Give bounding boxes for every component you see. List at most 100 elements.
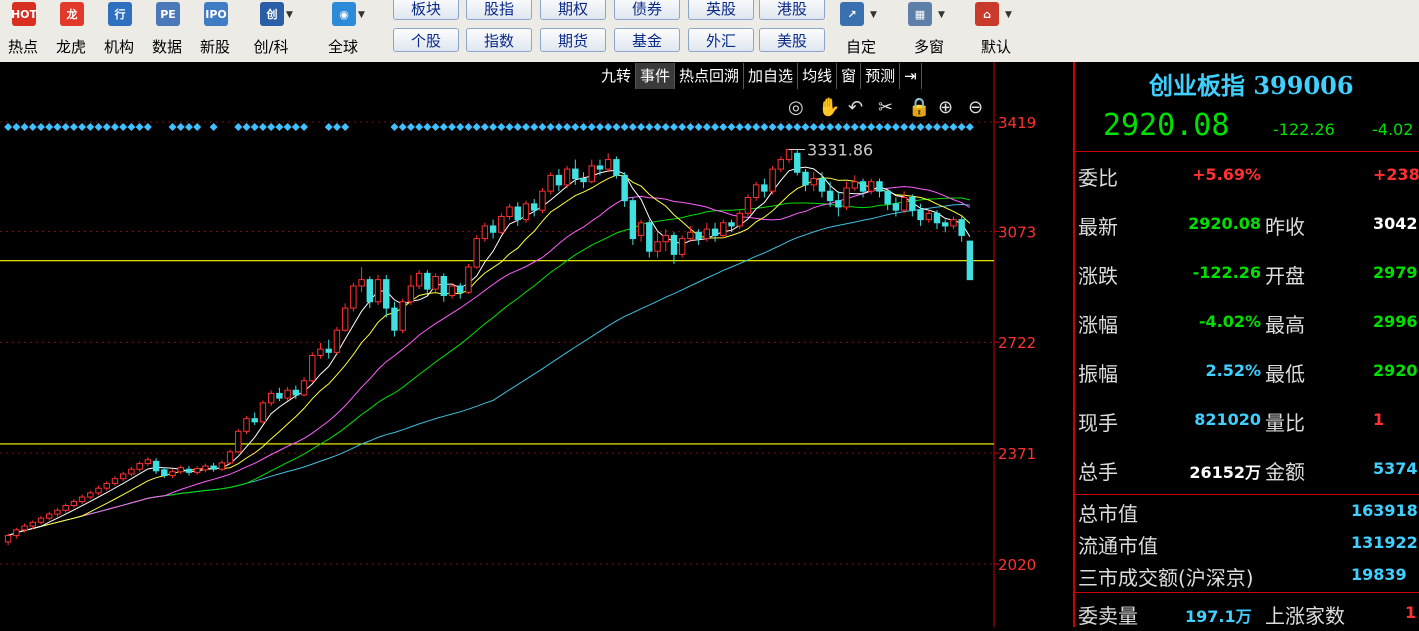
chevron-down-icon[interactable]: ▼ <box>1005 10 1012 20</box>
market-button-row1[interactable]: 英股 <box>688 0 754 20</box>
tool-hotspot-button[interactable]: HOT 热点 <box>0 0 46 60</box>
market-button-row2[interactable]: 美股 <box>759 28 825 52</box>
candle-body[interactable] <box>128 468 135 475</box>
candle-body[interactable] <box>210 465 217 470</box>
candle-body[interactable] <box>366 279 374 303</box>
candle-body[interactable] <box>300 380 308 396</box>
candle-body[interactable] <box>769 168 776 192</box>
candle-body[interactable] <box>481 225 489 240</box>
tool-new-stock-button[interactable]: IPO 新股 <box>192 0 238 60</box>
candle-body[interactable] <box>843 187 850 208</box>
candle-body[interactable] <box>440 275 448 296</box>
candle-body[interactable] <box>711 228 719 236</box>
chevron-down-icon[interactable]: ▼ <box>358 10 365 20</box>
chart-tab[interactable]: 均线 <box>798 63 838 89</box>
candle-body[interactable] <box>900 197 908 211</box>
lock-icon[interactable]: 🔒 <box>908 97 930 118</box>
candle-body[interactable] <box>432 275 439 290</box>
candle-body[interactable] <box>185 468 193 473</box>
candle-body[interactable] <box>761 184 768 192</box>
candle-body[interactable] <box>21 525 28 531</box>
candle-body[interactable] <box>720 222 727 236</box>
candle-body[interactable] <box>637 222 645 236</box>
candle-body[interactable] <box>884 190 891 205</box>
candle-body[interactable] <box>235 430 242 453</box>
candle-body[interactable] <box>646 222 653 252</box>
zoom-out-icon[interactable]: ⊖ <box>968 97 983 118</box>
expand-right-icon[interactable]: ⇥ <box>900 63 922 89</box>
candle-body[interactable] <box>876 181 883 192</box>
chart-tab[interactable]: 九转 <box>597 63 637 89</box>
candle-body[interactable] <box>826 190 834 202</box>
market-button-row2[interactable]: 个股 <box>393 28 459 52</box>
tool-multi-window-button[interactable]: ▦ ▼ 多窗 <box>908 0 954 60</box>
kline-chart-area[interactable]: 3419 3073 2722 2371 2020 3331.86 ◎ ✋ ↶ ✂ 🔒 ⊕ ⊖ <box>0 62 1073 627</box>
candle-body[interactable] <box>325 348 332 353</box>
candle-body[interactable] <box>547 174 554 192</box>
candle-body[interactable] <box>350 285 357 309</box>
candle-body[interactable] <box>851 181 859 189</box>
candle-body[interactable] <box>317 348 324 356</box>
candle-body[interactable] <box>785 148 793 161</box>
tool-global-button[interactable]: ◉ ▼ 全球 <box>320 0 366 60</box>
candle-body[interactable] <box>942 222 949 227</box>
candle-body[interactable] <box>744 197 752 214</box>
candle-body[interactable] <box>144 459 152 465</box>
chart-tab[interactable]: 热点回溯 <box>675 63 745 89</box>
candle-body[interactable] <box>202 465 209 471</box>
candle-body[interactable] <box>752 184 760 199</box>
zoom-in-icon[interactable]: ⊕ <box>938 97 953 118</box>
candle-body[interactable] <box>810 178 817 186</box>
candle-body[interactable] <box>415 272 423 287</box>
candle-body[interactable] <box>243 418 250 432</box>
candle-body[interactable] <box>530 203 538 211</box>
candle-body[interactable] <box>341 307 349 331</box>
candle-body[interactable] <box>29 521 36 527</box>
candle-body[interactable] <box>670 234 678 255</box>
candle-body[interactable] <box>193 468 201 473</box>
candle-body[interactable] <box>226 451 234 464</box>
candle-body[interactable] <box>859 181 867 192</box>
candle-body[interactable] <box>892 203 900 211</box>
candle-body[interactable] <box>703 228 711 240</box>
candle-body[interactable] <box>777 159 785 170</box>
candle-body[interactable] <box>78 496 86 502</box>
candle-body[interactable] <box>917 209 924 221</box>
chart-tab[interactable]: 事件 <box>636 63 676 89</box>
chevron-down-icon[interactable]: ▼ <box>870 10 877 20</box>
candle-body[interactable] <box>728 222 735 227</box>
candle-body[interactable] <box>925 212 933 221</box>
candle-body[interactable] <box>391 307 398 331</box>
candle-body[interactable] <box>506 206 513 217</box>
kline-chart[interactable]: 3419 3073 2722 2371 2020 3331.86 ◎ ✋ ↶ ✂ 🔒 ⊕ ⊖ <box>0 62 1073 627</box>
tool-institution-button[interactable]: 行机构 <box>96 0 142 60</box>
candle-body[interactable] <box>539 190 546 211</box>
candle-body[interactable] <box>95 487 102 494</box>
candle-body[interactable] <box>909 197 916 211</box>
candle-body[interactable] <box>54 509 61 515</box>
chevron-down-icon[interactable]: ▼ <box>938 10 945 20</box>
candle-body[interactable] <box>596 165 604 170</box>
candle-body[interactable] <box>868 181 875 192</box>
candle-body[interactable] <box>251 418 258 423</box>
candle-body[interactable] <box>177 467 184 473</box>
candle-body[interactable] <box>498 215 505 233</box>
undo-icon[interactable]: ↶ <box>848 97 863 118</box>
candle-body[interactable] <box>662 234 669 243</box>
candle-body[interactable] <box>621 174 628 202</box>
candle-body[interactable] <box>407 285 415 303</box>
candle-body[interactable] <box>267 392 275 404</box>
candle-body[interactable] <box>284 389 291 399</box>
candle-body[interactable] <box>555 174 563 186</box>
candle-body[interactable] <box>613 159 620 176</box>
candle-body[interactable] <box>45 513 53 519</box>
market-button-row2[interactable]: 指数 <box>466 28 532 52</box>
candle-body[interactable] <box>136 463 143 470</box>
candle-body[interactable] <box>966 240 974 281</box>
market-button-row1[interactable]: 债券 <box>614 0 680 20</box>
candle-body[interactable] <box>62 505 69 511</box>
candle-body[interactable] <box>13 529 20 537</box>
market-button-row2[interactable]: 基金 <box>614 28 680 52</box>
candle-body[interactable] <box>169 471 176 477</box>
candle-body[interactable] <box>218 462 226 470</box>
